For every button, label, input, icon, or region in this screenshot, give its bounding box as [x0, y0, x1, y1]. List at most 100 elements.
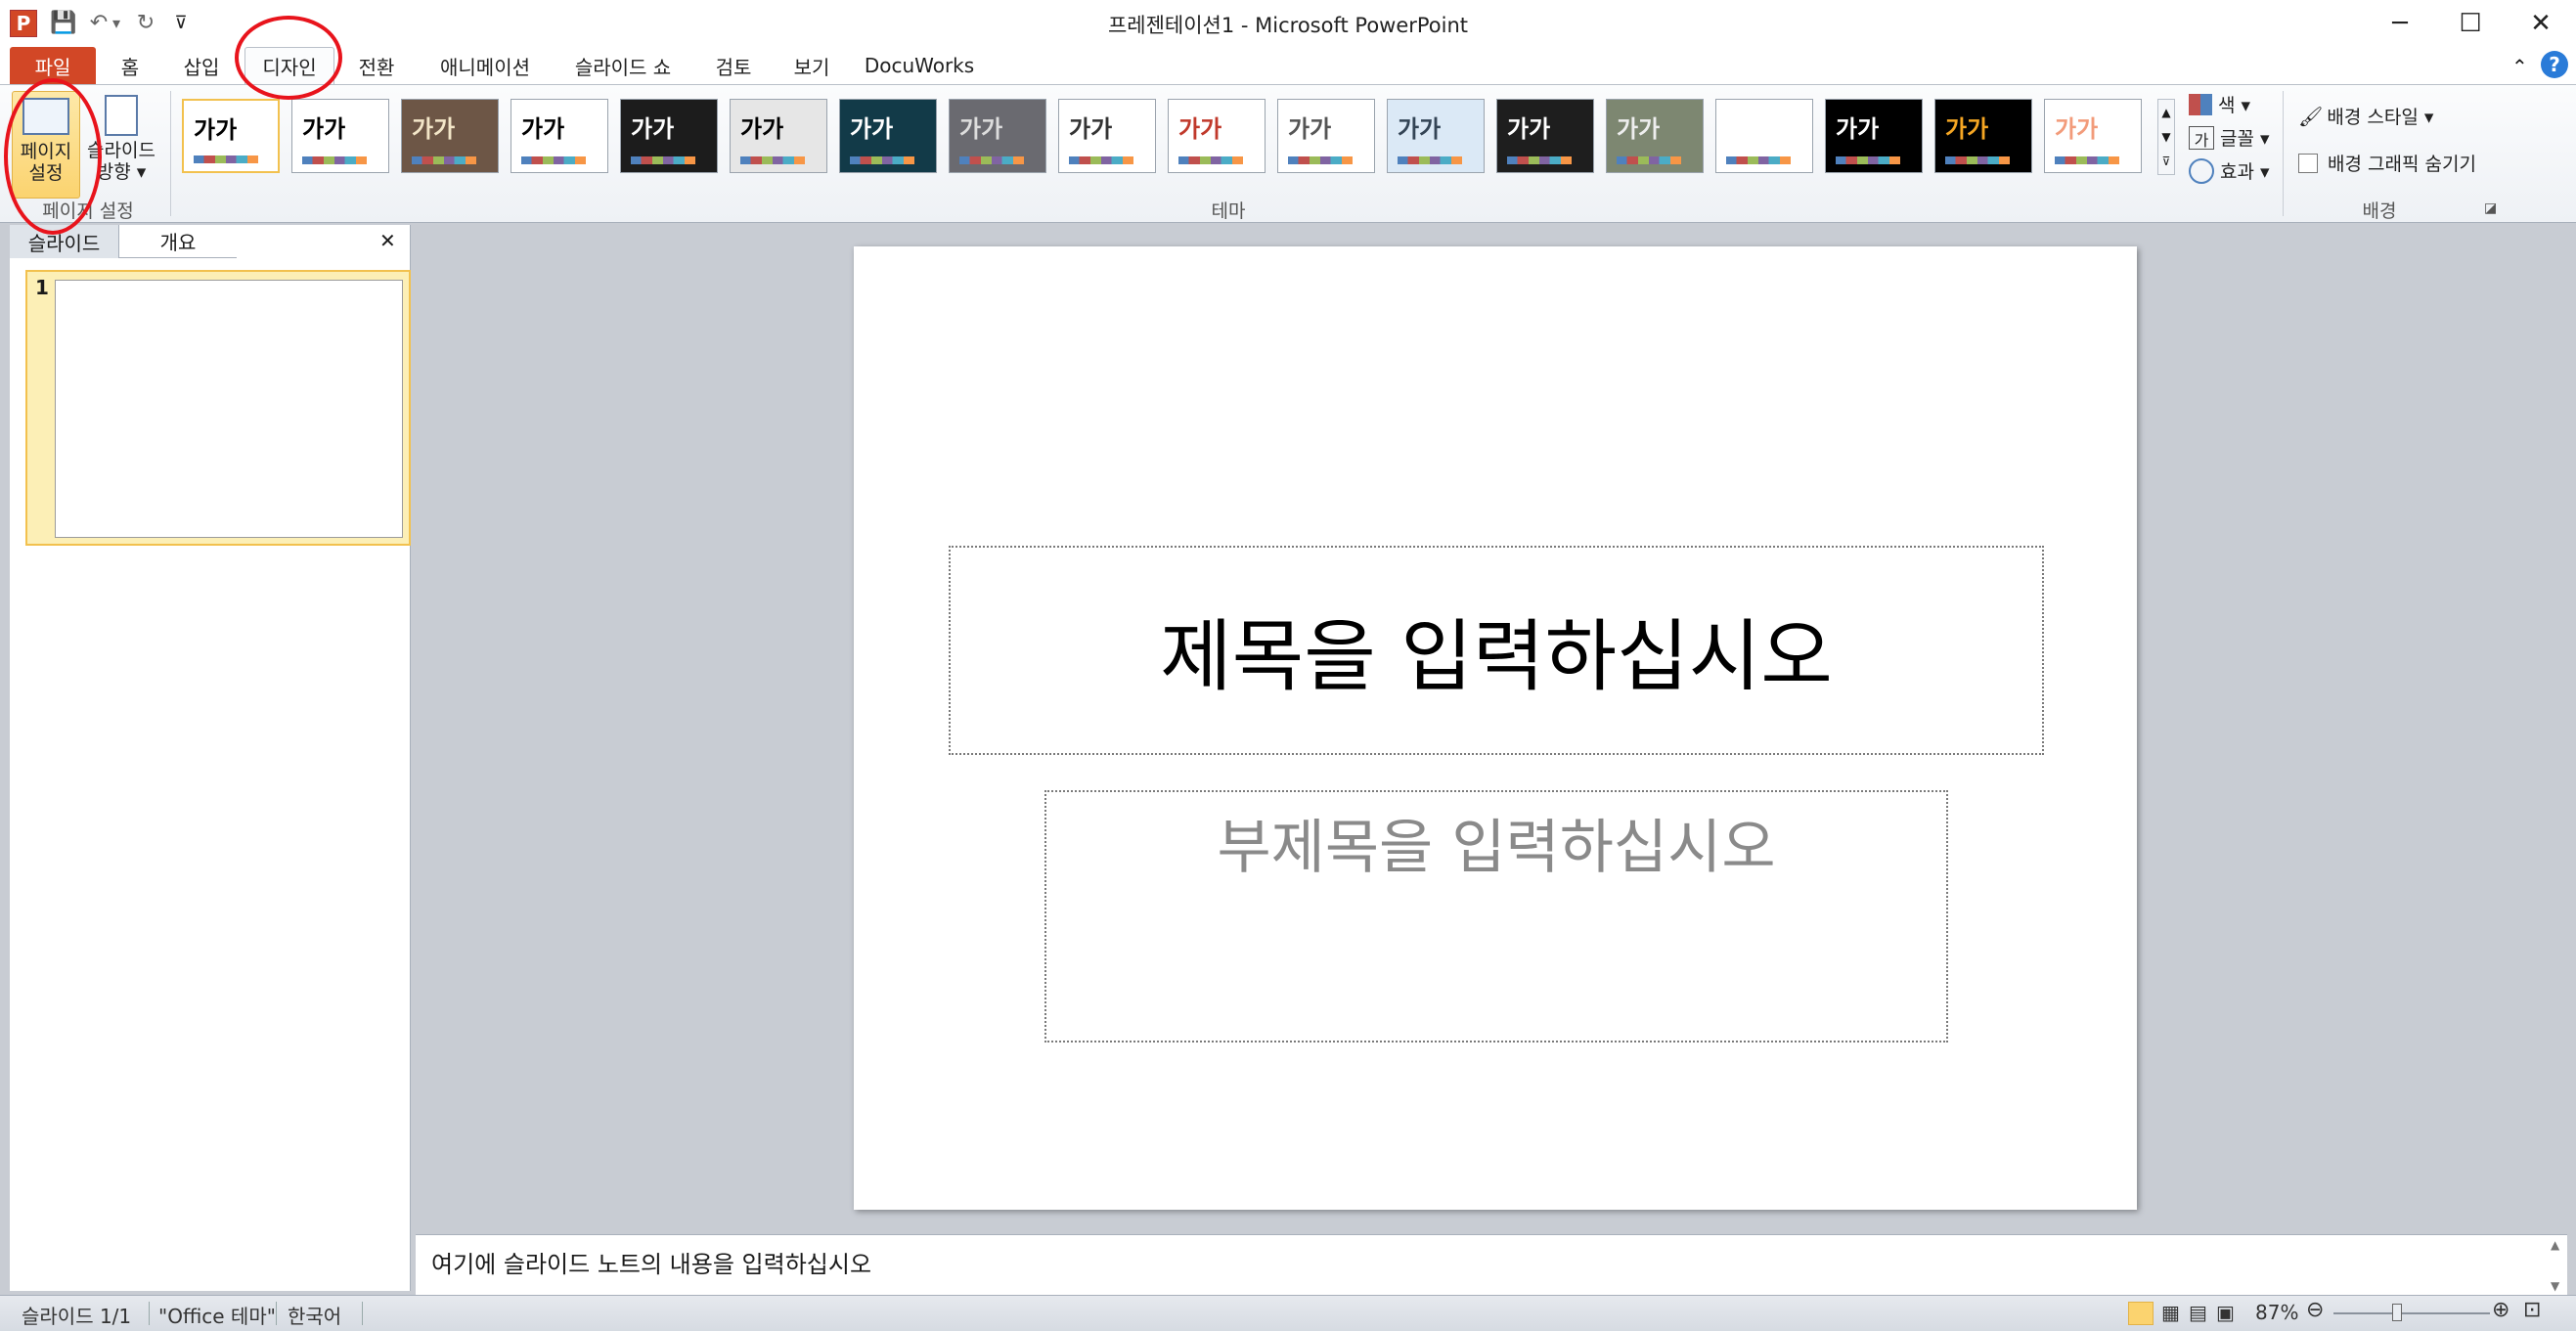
- theme-fonts-button[interactable]: 가 글꼴 ▾: [2189, 124, 2270, 151]
- close-button[interactable]: ✕: [2506, 0, 2576, 47]
- theme-color-swatches: [1726, 156, 1791, 164]
- scroll-down-icon[interactable]: ▼: [2551, 1279, 2568, 1293]
- language-indicator[interactable]: 한국어: [288, 1301, 341, 1329]
- theme-thumbnail[interactable]: 가가: [1277, 99, 1375, 173]
- theme-sample-text: 가가: [1945, 115, 1989, 143]
- theme-color-swatches: [631, 156, 695, 164]
- theme-name[interactable]: "Office 테마": [158, 1301, 276, 1329]
- theme-effects-icon: [2189, 157, 2214, 184]
- slide-number: 1: [35, 276, 49, 299]
- save-icon[interactable]: 💾: [50, 10, 76, 35]
- fit-to-window-icon[interactable]: ⊡: [2523, 1298, 2541, 1322]
- slide-orientation-button[interactable]: 슬라이드 방향 ▾: [82, 91, 160, 199]
- theme-thumbnail[interactable]: 가가: [1606, 99, 1704, 173]
- theme-thumbnail[interactable]: 가가: [1825, 99, 1923, 173]
- zoom-in-icon[interactable]: ⊕: [2492, 1298, 2509, 1322]
- theme-color-swatches: [1288, 156, 1353, 164]
- maximize-button[interactable]: ☐: [2435, 0, 2506, 47]
- theme-colors-button[interactable]: 색 ▾: [2189, 91, 2250, 117]
- theme-sample-text: 가가: [1178, 115, 1222, 143]
- undo-dropdown-icon[interactable]: ▾: [110, 10, 123, 35]
- minimize-button[interactable]: ─: [2365, 0, 2435, 47]
- zoom-slider-track[interactable]: [2333, 1312, 2490, 1314]
- help-icon[interactable]: ?: [2541, 51, 2568, 78]
- zoom-level[interactable]: 87%: [2255, 1301, 2298, 1324]
- theme-thumbnail[interactable]: 가가: [511, 99, 608, 173]
- redo-icon[interactable]: ↻: [133, 10, 158, 35]
- theme-color-swatches: [302, 156, 367, 164]
- slide-sorter-icon[interactable]: ▦: [2161, 1301, 2180, 1324]
- slideshow-view-icon[interactable]: ▣: [2216, 1301, 2235, 1324]
- background-styles-label: 배경 스타일 ▾: [2327, 107, 2434, 128]
- tab-design[interactable]: 디자인: [244, 47, 334, 84]
- dialog-launcher-icon[interactable]: ◪: [2484, 200, 2497, 216]
- theme-sample-text: 가가: [850, 115, 894, 143]
- notes-pane[interactable]: 여기에 슬라이드 노트의 내용을 입력하십시오: [416, 1234, 2567, 1295]
- theme-thumbnail[interactable]: 가가: [839, 99, 937, 173]
- slide-position: 슬라이드 1/1: [22, 1305, 132, 1328]
- theme-thumbnail[interactable]: 가가: [291, 99, 389, 173]
- tab-docuworks[interactable]: DocuWorks: [861, 47, 978, 84]
- theme-thumbnail[interactable]: 가가: [949, 99, 1046, 173]
- normal-view-icon[interactable]: [2128, 1302, 2154, 1325]
- theme-thumbnail[interactable]: 가가: [1496, 99, 1594, 173]
- theme-gallery-scroll[interactable]: ▲ ▼ ⊽: [2157, 99, 2175, 175]
- zoom-slider-thumb[interactable]: [2392, 1304, 2402, 1321]
- theme-thumbnail[interactable]: 가가: [1387, 99, 1485, 173]
- tab-slides[interactable]: 슬라이드: [10, 225, 119, 258]
- tab-animations[interactable]: 애니메이션: [426, 47, 544, 84]
- powerpoint-logo-icon[interactable]: P: [10, 10, 37, 37]
- hide-background-graphics[interactable]: 배경 그래픽 숨기기: [2298, 150, 2476, 176]
- title-placeholder[interactable]: 제목을 입력하십시오: [949, 546, 2044, 755]
- scroll-down-icon[interactable]: ▼: [2161, 130, 2170, 144]
- zoom-out-icon[interactable]: ⊖: [2306, 1298, 2324, 1322]
- tab-home[interactable]: 홈: [106, 47, 155, 84]
- theme-thumbnail[interactable]: 가가: [401, 99, 499, 173]
- theme-thumbnail[interactable]: 가가: [1934, 99, 2032, 173]
- theme-sample-text: 가가: [521, 115, 565, 143]
- ribbon-tabs: 파일 홈 삽입 디자인 전환 애니메이션 슬라이드 쇼 검토 보기 DocuWo…: [0, 47, 2576, 84]
- group-separator: [170, 91, 171, 216]
- theme-thumbnail[interactable]: 가가: [182, 99, 280, 173]
- tab-file[interactable]: 파일: [10, 47, 96, 84]
- tab-slideshow[interactable]: 슬라이드 쇼: [559, 47, 687, 84]
- minimize-ribbon-icon[interactable]: ⌃: [2511, 55, 2528, 78]
- page-setup-icon: [22, 98, 69, 135]
- theme-thumbnail[interactable]: 가가: [1168, 99, 1266, 173]
- tab-view[interactable]: 보기: [778, 47, 845, 84]
- theme-thumbnail[interactable]: 가가: [1058, 99, 1156, 173]
- tab-outline[interactable]: 개요: [119, 225, 237, 258]
- gallery-more-icon[interactable]: ⊽: [2162, 155, 2171, 168]
- background-styles-button[interactable]: 🖌 배경 스타일 ▾: [2298, 103, 2433, 129]
- slide-thumbnail-image: [55, 280, 403, 538]
- tab-transitions[interactable]: 전환: [342, 47, 411, 84]
- theme-effects-button[interactable]: 효과 ▾: [2189, 157, 2270, 184]
- status-separator: [362, 1302, 363, 1325]
- theme-thumbnail[interactable]: 가가: [1715, 99, 1813, 173]
- scroll-up-icon[interactable]: ▲: [2161, 106, 2170, 119]
- theme-color-swatches: [850, 156, 914, 164]
- reading-view-icon[interactable]: ▤: [2189, 1301, 2207, 1324]
- close-panel-icon[interactable]: ✕: [379, 229, 396, 252]
- theme-sample-text: 가가: [1617, 115, 1661, 143]
- customize-qat-icon[interactable]: ⊽: [168, 10, 194, 35]
- theme-thumbnail[interactable]: 가가: [730, 99, 827, 173]
- status-separator: [149, 1302, 150, 1325]
- hide-background-checkbox[interactable]: [2298, 153, 2318, 173]
- theme-color-swatches: [1398, 156, 1462, 164]
- tab-review[interactable]: 검토: [700, 47, 767, 84]
- notes-scrollbar[interactable]: ▲ ▼: [2551, 1238, 2568, 1293]
- page-setup-button[interactable]: 페이지 설정: [12, 91, 80, 199]
- group-label-page-setup: 페이지 설정: [42, 200, 134, 222]
- theme-color-swatches: [1836, 156, 1900, 164]
- slide-thumbnail[interactable]: 1: [25, 270, 411, 546]
- scroll-up-icon[interactable]: ▲: [2551, 1238, 2568, 1252]
- theme-sample-text: 가가: [1398, 115, 1442, 143]
- undo-icon[interactable]: ↶: [86, 10, 111, 35]
- theme-thumbnail[interactable]: 가가: [2044, 99, 2142, 173]
- tab-insert[interactable]: 삽입: [168, 47, 235, 84]
- subtitle-placeholder[interactable]: 부제목을 입력하십시오: [1044, 790, 1948, 1043]
- theme-fonts-label: 글꼴 ▾: [2220, 128, 2270, 150]
- theme-thumbnail[interactable]: 가가: [620, 99, 718, 173]
- group-separator: [2283, 91, 2284, 216]
